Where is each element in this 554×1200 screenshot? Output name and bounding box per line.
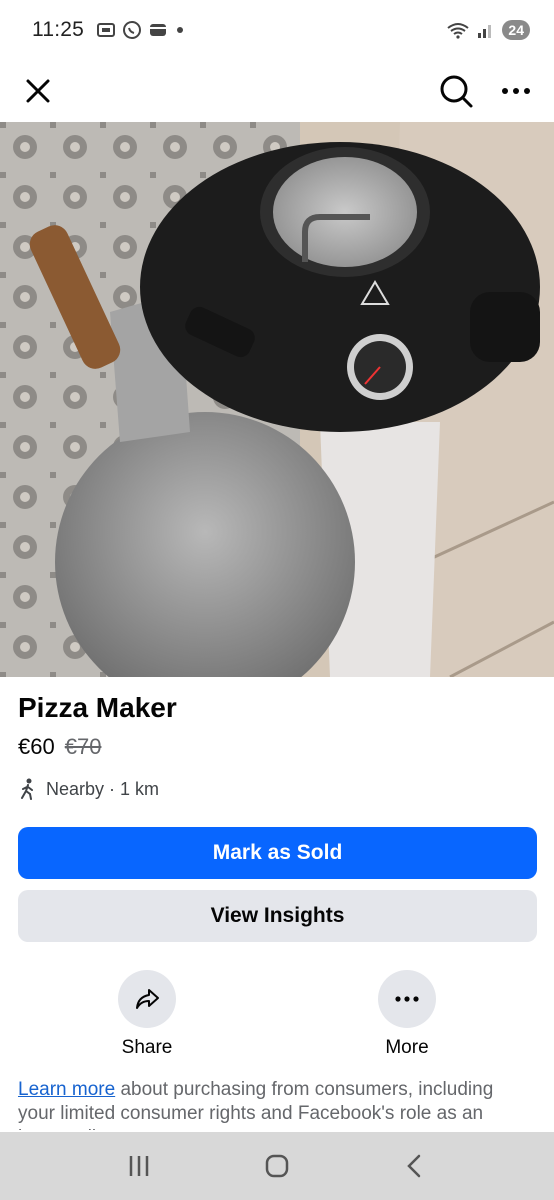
- status-time: 11:25: [32, 18, 84, 41]
- wifi-icon: [447, 23, 470, 39]
- share-button[interactable]: [118, 970, 176, 1028]
- more-icon: [502, 88, 530, 94]
- share-icon: [136, 989, 159, 1009]
- whatsapp-icon: [123, 21, 141, 39]
- listing-title: Pizza Maker: [18, 692, 177, 723]
- home-icon[interactable]: [263, 1152, 291, 1180]
- listing-price: €60: [18, 734, 55, 759]
- screenshot-icon: [97, 23, 115, 37]
- notification-icons: [96, 20, 186, 40]
- search-icon: [440, 75, 473, 108]
- system-icons: 24: [446, 20, 530, 40]
- status-bar: 11:25 24: [0, 0, 554, 60]
- close-button[interactable]: [18, 71, 58, 111]
- product-image: [0, 122, 554, 677]
- original-price: €70: [64, 734, 102, 759]
- share-label: Share: [121, 1037, 173, 1058]
- learn-more-link[interactable]: Learn more: [18, 1079, 115, 1100]
- close-icon: [26, 79, 50, 103]
- walking-person-icon: [21, 778, 33, 800]
- listing-photo[interactable]: [0, 122, 554, 677]
- signal-icon: [478, 25, 492, 38]
- recent-apps-icon[interactable]: [126, 1153, 152, 1179]
- location-row: Nearby · 1 km: [18, 778, 159, 800]
- battery-indicator: 24: [502, 20, 530, 40]
- search-button[interactable]: [436, 71, 476, 111]
- top-bar: [0, 60, 554, 122]
- more-button[interactable]: [378, 970, 436, 1028]
- dot-icon: [177, 27, 183, 33]
- system-nav-bar: [0, 1132, 554, 1200]
- share-action[interactable]: Share: [87, 970, 207, 1059]
- more-label: More: [385, 1037, 429, 1058]
- price-row: €60 €70: [18, 734, 101, 760]
- location-text: Nearby · 1 km: [46, 778, 160, 799]
- wallet-icon: [150, 24, 166, 36]
- more-dots-icon: [395, 996, 419, 1002]
- more-options-button[interactable]: [496, 71, 536, 111]
- consumer-info-text: Learn more about purchasing from consume…: [18, 1078, 518, 1130]
- view-insights-button[interactable]: View Insights: [18, 890, 537, 942]
- back-icon[interactable]: [402, 1153, 428, 1179]
- more-action[interactable]: More: [347, 970, 467, 1059]
- mark-as-sold-button[interactable]: Mark as Sold: [18, 827, 537, 879]
